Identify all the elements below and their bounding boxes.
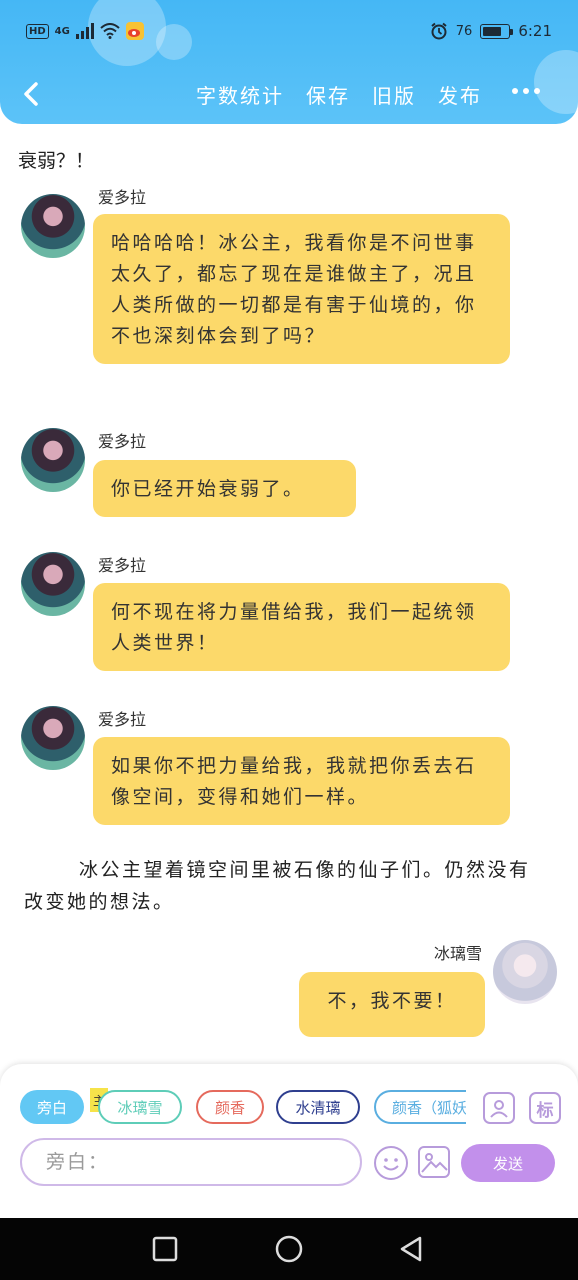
- battery-level: 76: [455, 23, 473, 39]
- speaker-name: 爱多拉: [98, 556, 147, 575]
- home-icon[interactable]: [274, 1234, 304, 1264]
- chat-area[interactable]: 衰弱？！ 爱多拉 哈哈哈哈！冰公主，我看你是不问世事太久了，都忘了现在是谁做主了…: [0, 124, 578, 1064]
- word-count-button[interactable]: 字数统计: [196, 80, 284, 109]
- recent-apps-icon[interactable]: [150, 1234, 180, 1264]
- message-input[interactable]: [20, 1138, 362, 1186]
- message-bubble[interactable]: 如果你不把力量给我，我就把你丢去石像空间，变得和她们一样。: [93, 737, 510, 825]
- role-chip[interactable]: 冰璃雪: [98, 1090, 182, 1124]
- role-chip[interactable]: 颜香: [196, 1090, 264, 1124]
- avatar[interactable]: [21, 552, 85, 616]
- send-button[interactable]: 发送: [461, 1144, 555, 1182]
- emoji-icon[interactable]: [374, 1146, 408, 1180]
- app-header: HD 4G 76 6:21 字数统计 保存 旧版 发布: [0, 0, 578, 124]
- role-chip[interactable]: 颜香（狐妖: [374, 1090, 466, 1124]
- toolbar: 字数统计 保存 旧版 发布: [0, 70, 578, 118]
- network-type: 4G: [54, 25, 70, 37]
- hd-badge: HD: [26, 23, 49, 39]
- speaker-name: 爱多拉: [98, 188, 147, 207]
- old-version-button[interactable]: 旧版: [372, 80, 416, 109]
- message-bubble[interactable]: 你已经开始衰弱了。: [93, 460, 356, 517]
- avatar[interactable]: [21, 428, 85, 492]
- save-button[interactable]: 保存: [306, 80, 350, 109]
- speaker-name: 冰璃雪: [433, 944, 482, 963]
- publish-button[interactable]: 发布: [438, 80, 482, 109]
- signal-icon: [75, 23, 94, 39]
- role-chip[interactable]: 水清璃: [276, 1090, 360, 1124]
- narration-text: 冰公主望着镜空间里被石像的仙子们。仍然没有改变她的想法。: [24, 859, 531, 913]
- message-bubble[interactable]: 哈哈哈哈！冰公主，我看你是不问世事太久了，都忘了现在是谁做主了，况且人类所做的一…: [93, 214, 510, 364]
- back-icon[interactable]: [396, 1234, 426, 1264]
- more-options-icon[interactable]: [512, 88, 540, 94]
- speaker-name: 爱多拉: [98, 710, 147, 729]
- message-bubble[interactable]: 不，我不要！: [299, 972, 485, 1037]
- role-chip-narration[interactable]: 旁白: [20, 1090, 84, 1124]
- message-bubble[interactable]: 何不现在将力量借给我，我们一起统领人类世界！: [93, 583, 510, 671]
- composer-panel: 旁白 主 冰璃雪 颜香 水清璃 颜香（狐妖 标 发送: [0, 1064, 578, 1218]
- narration-text: 衰弱？！: [18, 150, 95, 172]
- weibo-icon: [125, 22, 144, 40]
- alarm-icon: [431, 22, 447, 40]
- image-icon[interactable]: [418, 1146, 450, 1178]
- battery-icon: [480, 23, 514, 39]
- status-bar: HD 4G 76 6:21: [0, 18, 578, 48]
- role-selector[interactable]: 旁白 主 冰璃雪 颜香 水清璃 颜香（狐妖: [20, 1088, 466, 1128]
- clock-time: 6:21: [518, 22, 552, 40]
- speaker-name: 爱多拉: [98, 432, 147, 451]
- wifi-icon: [100, 23, 120, 39]
- avatar[interactable]: [21, 706, 85, 770]
- avatar[interactable]: [21, 194, 85, 258]
- avatar[interactable]: [493, 940, 557, 1004]
- system-navigation-bar: [0, 1218, 578, 1280]
- character-icon[interactable]: [483, 1092, 515, 1124]
- back-arrow-icon[interactable]: [14, 76, 50, 112]
- mark-button[interactable]: 标: [529, 1092, 561, 1124]
